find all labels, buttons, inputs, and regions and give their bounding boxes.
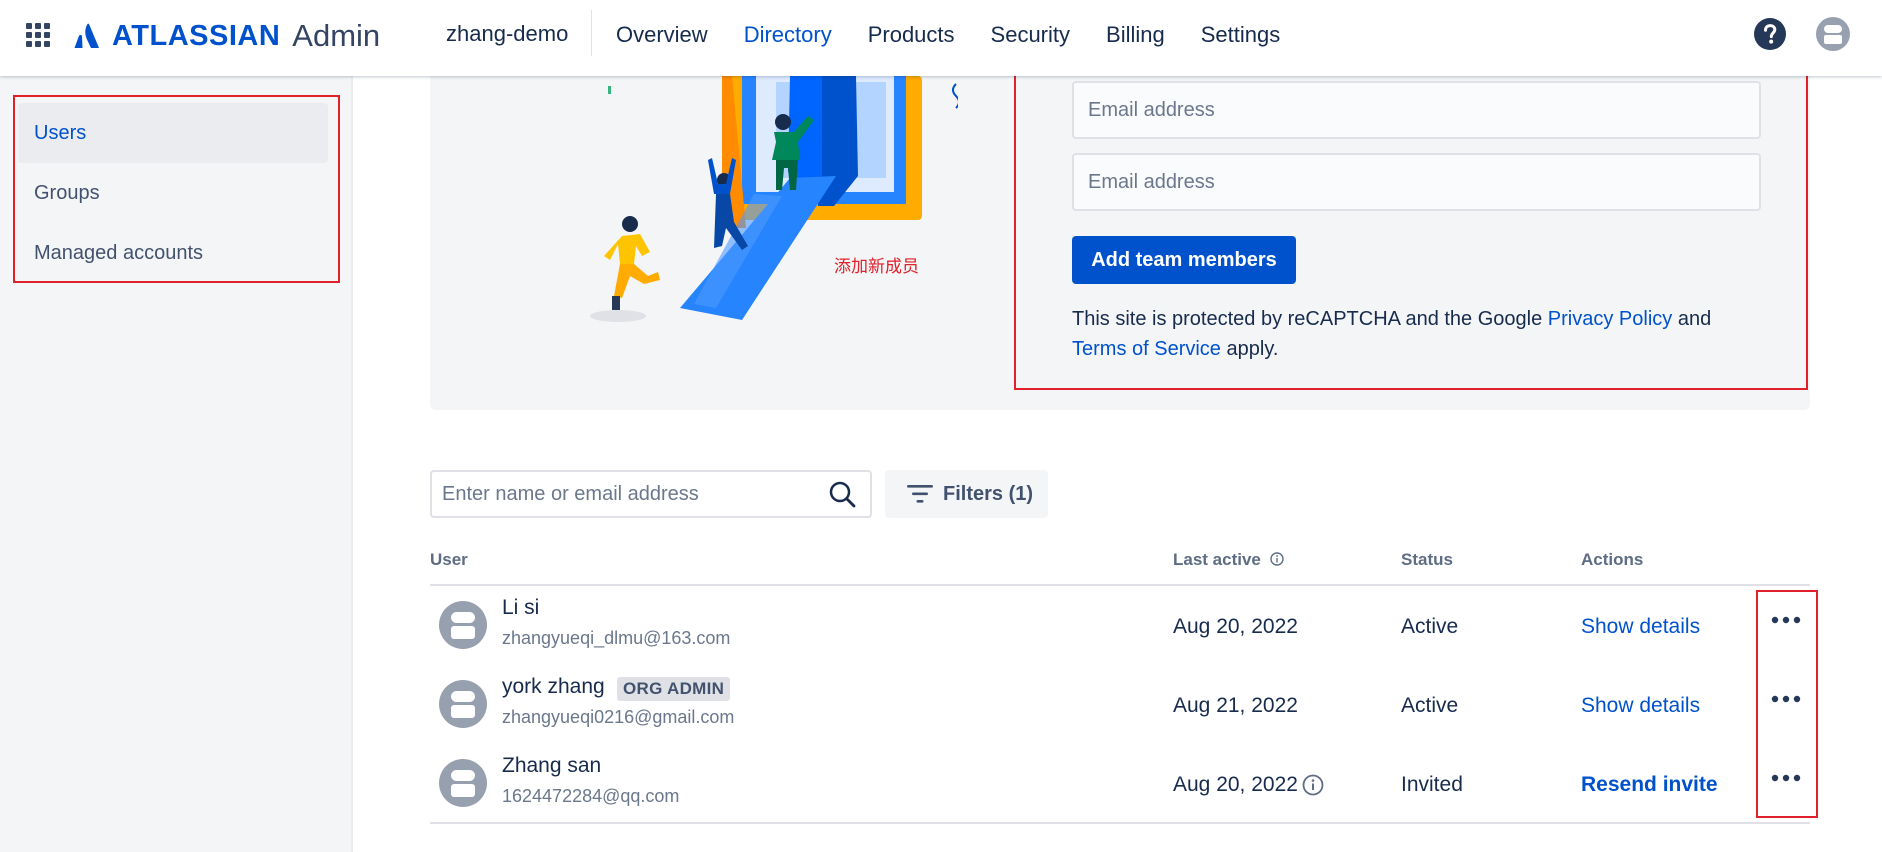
- table-row: Zhang san 1624472284@qq.com Aug 20, 2022…: [430, 746, 1810, 824]
- user-email: zhangyueqi_dlmu@163.com: [502, 628, 731, 648]
- table-row: york zhang ORG ADMIN zhangyueqi0216@gmai…: [430, 667, 1810, 745]
- last-active: Aug 21, 2022: [1173, 694, 1298, 717]
- primary-nav: Overview Directory Products Security Bil…: [598, 0, 1298, 70]
- profile-icon[interactable]: [1815, 16, 1851, 52]
- filters-button[interactable]: Filters (1): [885, 470, 1048, 518]
- filter-icon: [907, 485, 933, 503]
- actions-highlight-box: [1756, 590, 1818, 818]
- app-switcher-icon[interactable]: [25, 22, 51, 48]
- info-icon[interactable]: [1269, 552, 1284, 566]
- table-header-divider: [430, 584, 1810, 586]
- atlassian-admin-logo[interactable]: ATLASSIAN Admin: [74, 16, 380, 56]
- nav-directory[interactable]: Directory: [726, 0, 850, 70]
- col-header-user[interactable]: User: [430, 550, 468, 570]
- user-avatar-icon: [439, 759, 487, 807]
- search-icon[interactable]: [828, 480, 856, 508]
- user-name[interactable]: Zhang san: [502, 754, 601, 778]
- col-header-last-active-label: Last active: [1173, 550, 1261, 569]
- user-name[interactable]: york zhang: [502, 675, 605, 699]
- brand-product: Admin: [292, 18, 381, 53]
- nav-settings[interactable]: Settings: [1183, 0, 1299, 70]
- sidebar: Users Groups Managed accounts: [0, 76, 353, 852]
- table-row: Li si zhangyueqi_dlmu@163.com Aug 20, 20…: [430, 588, 1810, 666]
- invite-form-highlight-box: [1014, 74, 1808, 390]
- user-email: 1624472284@qq.com: [502, 786, 680, 806]
- top-navigation: ATLASSIAN Admin zhang-demo Overview Dire…: [0, 0, 1882, 76]
- user-status: Active: [1401, 615, 1459, 638]
- user-status: Active: [1401, 694, 1459, 717]
- user-status: Invited: [1401, 773, 1463, 796]
- col-header-actions: Actions: [1581, 550, 1644, 569]
- table-bottom-divider: [430, 822, 1810, 824]
- atlassian-logo-icon: [74, 23, 99, 48]
- nav-divider: [591, 10, 592, 56]
- sidebar-highlight-box: [13, 95, 340, 283]
- help-icon[interactable]: [1753, 17, 1787, 51]
- user-avatar-icon: [439, 680, 487, 728]
- user-email: zhangyueqi0216@gmail.com: [502, 707, 735, 727]
- nav-products[interactable]: Products: [850, 0, 973, 70]
- last-active: Aug 20, 2022: [1173, 615, 1298, 638]
- filters-label: Filters (1): [943, 482, 1034, 505]
- org-admin-badge: ORG ADMIN: [617, 677, 731, 701]
- org-name[interactable]: zhang-demo: [446, 21, 568, 47]
- nav-overview[interactable]: Overview: [598, 0, 726, 70]
- annotation-note: 添加新成员: [834, 257, 919, 276]
- show-details-link[interactable]: Show details: [1581, 667, 1700, 745]
- col-header-last-active[interactable]: Last active: [1173, 550, 1284, 570]
- last-active: Aug 20, 2022: [1173, 773, 1298, 796]
- user-avatar-icon: [439, 601, 487, 649]
- invite-illustration: [590, 76, 958, 322]
- resend-invite-link[interactable]: Resend invite: [1581, 746, 1718, 824]
- nav-security[interactable]: Security: [973, 0, 1088, 70]
- search-input[interactable]: [432, 472, 812, 516]
- info-icon[interactable]: [1302, 774, 1324, 796]
- user-search: [430, 470, 872, 518]
- col-header-status[interactable]: Status: [1401, 550, 1453, 570]
- show-details-link[interactable]: Show details: [1581, 588, 1700, 666]
- user-name[interactable]: Li si: [502, 596, 539, 620]
- brand-name: ATLASSIAN: [112, 19, 281, 52]
- nav-billing[interactable]: Billing: [1088, 0, 1183, 70]
